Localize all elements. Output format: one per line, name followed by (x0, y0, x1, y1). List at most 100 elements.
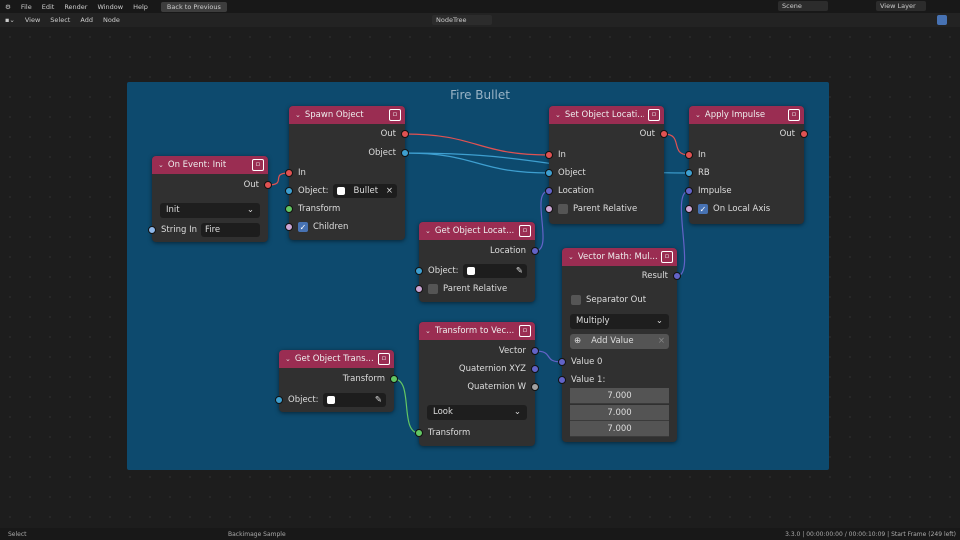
node-header[interactable]: ⌄ Set Object Locati... ▫ (549, 106, 664, 124)
dropdown[interactable]: Look ⌄ (427, 404, 527, 420)
view-layer-field[interactable]: View Layer (876, 1, 926, 11)
collapse-chevron-icon[interactable]: ⌄ (555, 111, 561, 119)
physics-icon: ▫ (788, 109, 800, 121)
socket-transform[interactable] (415, 429, 423, 437)
socket-bool[interactable] (285, 223, 293, 231)
socket-transform[interactable] (390, 375, 398, 383)
collapse-chevron-icon[interactable]: ⌄ (158, 161, 164, 169)
dropdown[interactable]: Multiply ⌄ (570, 313, 669, 329)
menu-select[interactable]: Select (45, 16, 75, 24)
menu-file[interactable]: File (16, 3, 37, 11)
blender-logo-icon[interactable]: ⚙ (0, 3, 16, 11)
menu-edit[interactable]: Edit (37, 3, 60, 11)
socket-string[interactable] (148, 226, 156, 234)
node-to-vec[interactable]: ⌄ Transform to Vec... ▫ Vector Quaternion XY… (415, 322, 539, 446)
clear-icon[interactable]: × (386, 186, 393, 196)
value-field[interactable]: ✎ (322, 393, 386, 407)
socket-vector[interactable] (558, 376, 566, 384)
value-field[interactable]: Bullet × (332, 184, 397, 198)
node-header[interactable]: ⌄ Get Object Locat... ▫ (419, 222, 535, 240)
socket-vector[interactable] (685, 187, 693, 195)
checkbox[interactable]: ✓ (298, 222, 308, 232)
socket-object[interactable] (285, 187, 293, 195)
add-value-button[interactable]: ⊕ Add Value × (570, 333, 669, 349)
value-field[interactable]: Fire (200, 223, 260, 237)
menu-add[interactable]: Add (75, 16, 98, 24)
collapse-chevron-icon[interactable]: ⌄ (425, 227, 431, 235)
node-impulse[interactable]: ⌄ Apply Impulse ▫ Out In RB Impulse ✓ On Local A… (685, 106, 808, 224)
node-row: Object (545, 165, 664, 181)
socket-object[interactable] (415, 267, 423, 275)
node-get-trans[interactable]: ⌄ Get Object Trans... ▫ Transform Object: ✎ (275, 350, 398, 412)
editor-type-button[interactable]: ▪⌄ (0, 16, 20, 24)
node-header[interactable]: ⌄ On Event: Init ▫ (152, 156, 268, 174)
back-to-previous-button[interactable]: Back to Previous (160, 1, 227, 12)
node-vecmath[interactable]: ⌄ Vector Math: Mul... ▫ Result Separator Out… (558, 248, 681, 442)
node-header[interactable]: ⌄ Transform to Vec... ▫ (419, 322, 535, 340)
node-header[interactable]: ⌄ Vector Math: Mul... ▫ (562, 248, 677, 266)
number-field[interactable]: 7.000 (570, 421, 669, 437)
scene-field[interactable]: Scene (778, 1, 828, 11)
eyedropper-icon[interactable]: ✎ (516, 266, 523, 276)
socket-bool[interactable] (415, 285, 423, 293)
socket-label: Quaternion W (467, 382, 526, 392)
node-header[interactable]: ⌄ Get Object Trans... ▫ (279, 350, 394, 368)
collapse-chevron-icon[interactable]: ⌄ (285, 355, 291, 363)
socket-bool[interactable] (545, 205, 553, 213)
socket-vector[interactable] (531, 365, 539, 373)
socket-logic[interactable] (401, 130, 409, 138)
socket-logic[interactable] (660, 130, 668, 138)
socket-logic[interactable] (264, 181, 272, 189)
socket-bool[interactable] (685, 205, 693, 213)
menu-render[interactable]: Render (59, 3, 92, 11)
node-row: String In Fire (148, 222, 268, 238)
node-header[interactable]: ⌄ Apply Impulse ▫ (689, 106, 804, 124)
socket-vector[interactable] (545, 187, 553, 195)
socket-object[interactable] (401, 149, 409, 157)
node-set-loc[interactable]: ⌄ Set Object Locati... ▫ Out In Object Locatio… (545, 106, 668, 224)
collapse-chevron-icon[interactable]: ⌄ (568, 253, 574, 261)
socket-object[interactable] (545, 169, 553, 177)
node-header[interactable]: ⌄ Spawn Object ▫ (289, 106, 405, 124)
socket-label: RB (698, 168, 710, 178)
socket-label: Parent Relative (443, 284, 508, 294)
checkbox[interactable] (571, 295, 581, 305)
node-tree-field[interactable]: NodeTree (432, 15, 492, 25)
node-spawn[interactable]: ⌄ Spawn Object ▫ Out Object In Object: Bullet × T… (285, 106, 409, 240)
remove-icon[interactable]: × (658, 336, 665, 346)
node-row: In (285, 165, 405, 181)
menu-window[interactable]: Window (92, 3, 128, 11)
number-field[interactable]: 7.000 (570, 405, 669, 421)
collapse-chevron-icon[interactable]: ⌄ (425, 327, 431, 335)
value-field[interactable]: ✎ (462, 264, 527, 278)
socket-label: Transform (298, 204, 341, 214)
menu-view[interactable]: View (20, 16, 45, 24)
checkbox[interactable] (428, 284, 438, 294)
number-field[interactable]: 7.000 (570, 388, 669, 404)
node-get-loc[interactable]: ⌄ Get Object Locat... ▫ Location Object: ✎ Par… (415, 222, 539, 302)
collapse-chevron-icon[interactable]: ⌄ (695, 111, 701, 119)
socket-logic[interactable] (685, 151, 693, 159)
checkbox[interactable] (558, 204, 568, 214)
socket-logic[interactable] (285, 169, 293, 177)
socket-label: Impulse (698, 186, 732, 196)
socket-vector[interactable] (531, 247, 539, 255)
checkbox[interactable]: ✓ (698, 204, 708, 214)
socket-object[interactable] (275, 396, 283, 404)
socket-vector[interactable] (531, 347, 539, 355)
overlay-toggle-icon[interactable] (937, 15, 947, 25)
socket-logic[interactable] (800, 130, 808, 138)
node-on-event[interactable]: ⌄ On Event: Init ▫ Out Init ⌄ String In Fire (148, 156, 272, 242)
socket-logic[interactable] (545, 151, 553, 159)
dropdown[interactable]: Init ⌄ (160, 202, 260, 218)
socket-object[interactable] (685, 169, 693, 177)
socket-vector[interactable] (673, 272, 681, 280)
menu-node[interactable]: Node (98, 16, 125, 24)
socket-transform[interactable] (285, 205, 293, 213)
socket-float[interactable] (531, 383, 539, 391)
collapse-chevron-icon[interactable]: ⌄ (295, 111, 301, 119)
eyedropper-icon[interactable]: ✎ (375, 395, 382, 405)
menu-help[interactable]: Help (128, 3, 153, 11)
socket-vector[interactable] (558, 358, 566, 366)
dropdown-value: Multiply (576, 316, 610, 326)
